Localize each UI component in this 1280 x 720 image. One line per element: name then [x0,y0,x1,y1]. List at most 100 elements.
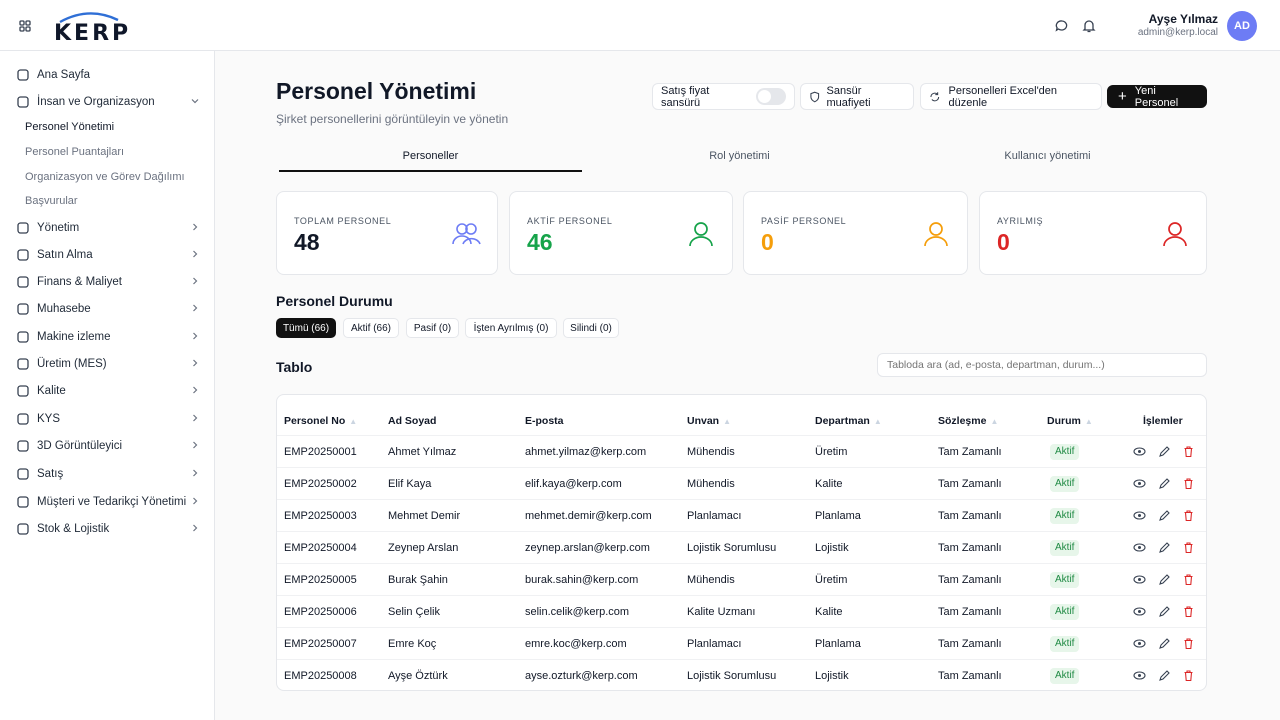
table-cell: Lojistik Sorumlusu [687,542,777,554]
sidebar-item-3[interactable]: Yönetim [16,218,200,238]
sort-icon[interactable]: ▲ [723,417,731,426]
table-row[interactable]: EMP20250001 Ahmet Yılmaz ahmet.yilmaz@kerp… [277,435,1206,467]
edit-pencil-icon[interactable] [1158,509,1171,522]
column-header[interactable]: Departman ▲ [815,415,882,427]
shield-icon [17,413,29,425]
table-row[interactable]: EMP20250007 Emre Koç emre.koc@kerp.com Plan… [277,627,1206,659]
table-row[interactable]: EMP20250003 Mehmet Demir mehmet.demir@kerp… [277,499,1206,531]
table-row[interactable]: EMP20250004 Zeynep Arslan zeynep.arslan@ke… [277,531,1206,563]
table-cell: Planlamacı [687,510,742,522]
edit-pencil-icon[interactable] [1158,541,1171,554]
delete-trash-icon[interactable] [1182,605,1195,618]
cart-icon [17,468,29,480]
chat-icon[interactable] [1053,17,1071,35]
sort-icon[interactable]: ▲ [874,417,882,426]
column-header[interactable]: Ad Soyad [388,415,436,427]
avatar[interactable]: AD [1227,11,1257,41]
column-header[interactable]: İşlemler [1143,415,1183,427]
table-row[interactable]: EMP20250008 Ayşe Öztürk ayse.ozturk@kerp.c… [277,659,1206,690]
status-filter-chip[interactable]: İşten Ayrılmış (0) [465,318,557,338]
censor-exempt-button[interactable]: Sansür muafiyeti [800,83,914,110]
sidebar-subitem-3[interactable]: Organizasyon ve Görev Dağılımı [25,171,185,183]
sidebar-item-label: Stok & Lojistik [37,523,110,535]
apps-grid-icon[interactable] [16,17,34,35]
toggle-switch[interactable] [755,88,786,105]
delete-trash-icon[interactable] [1182,573,1195,586]
notification-bell-icon[interactable] [1080,17,1098,35]
sidebar-item-13[interactable]: Müşteri ve Tedarikçi Yönetimi [16,492,200,512]
status-filter-chip[interactable]: Pasif (0) [406,318,459,338]
sidebar-subitem-2[interactable]: Personel Puantajları [25,146,124,158]
view-eye-icon[interactable] [1133,541,1146,554]
edit-pencil-icon[interactable] [1158,573,1171,586]
factory-icon [17,358,29,370]
tab-rol-yonetimi[interactable]: Rol yönetimi [588,150,891,162]
table-row[interactable]: EMP20250006 Selin Çelik selin.celik@kerp.c… [277,595,1206,627]
stat-card: TOPLAM PERSONEL 48 [276,191,498,275]
tab-kullanici-yonetimi[interactable]: Kullanıcı yönetimi [896,150,1199,162]
edit-pencil-icon[interactable] [1158,669,1171,682]
table-cell: ahmet.yilmaz@kerp.com [525,446,647,458]
sidebar-item-1[interactable]: Ana Sayfa [16,65,200,85]
delete-trash-icon[interactable] [1182,509,1195,522]
excel-edit-button[interactable]: Personelleri Excel'den düzenle [920,83,1102,110]
chevron-right-icon [193,277,198,285]
view-eye-icon[interactable] [1133,669,1146,682]
sidebar-item-label: Yönetim [37,222,80,234]
edit-pencil-icon[interactable] [1158,477,1171,490]
sidebar-item-7[interactable]: Makine izleme [16,327,200,347]
table-search-input[interactable] [877,353,1207,377]
stat-label: TOPLAM PERSONEL [294,216,392,226]
sort-icon[interactable]: ▲ [990,417,998,426]
sort-icon[interactable]: ▲ [1085,417,1093,426]
sidebar-item-2[interactable]: İnsan ve Organizasyon [16,92,200,112]
ledger-icon [17,303,29,315]
stat-card: AYRILMIŞ 0 [979,191,1207,275]
status-filter-chip[interactable]: Aktif (66) [343,318,399,338]
chevron-right-icon [193,223,198,231]
sidebar-item-8[interactable]: Üretim (MES) [16,354,200,374]
sidebar-item-12[interactable]: Satış [16,464,200,484]
column-header[interactable]: Personel No ▲ [284,415,357,427]
sidebar-subitem-4[interactable]: Başvurular [25,195,78,207]
tab-personeller[interactable]: Personeller [279,150,582,162]
table-row[interactable]: EMP20250002 Elif Kaya elif.kaya@kerp.com Mü… [277,467,1206,499]
edit-pencil-icon[interactable] [1158,605,1171,618]
delete-trash-icon[interactable] [1182,637,1195,650]
column-header[interactable]: Sözleşme ▲ [938,415,998,427]
delete-trash-icon[interactable] [1182,541,1195,554]
view-eye-icon[interactable] [1133,605,1146,618]
table-cell: EMP20250008 [284,670,357,682]
view-eye-icon[interactable] [1133,637,1146,650]
column-header[interactable]: Unvan ▲ [687,415,731,427]
status-filter-chip[interactable]: Silindi (0) [563,318,619,338]
cube-icon [17,440,29,452]
sidebar-item-11[interactable]: 3D Görüntüleyici [16,436,200,456]
sort-icon[interactable]: ▲ [349,417,357,426]
table-cell: Emre Koç [388,638,437,650]
column-header[interactable]: Durum ▲ [1047,415,1093,427]
view-eye-icon[interactable] [1133,445,1146,458]
sidebar-item-5[interactable]: Finans & Maliyet [16,272,200,292]
table-row[interactable]: EMP20250005 Burak Şahin burak.sahin@kerp.c… [277,563,1206,595]
table-cell: Tam Zamanlı [938,510,1002,522]
view-eye-icon[interactable] [1133,509,1146,522]
sidebar-item-6[interactable]: Muhasebe [16,299,200,319]
sidebar-item-9[interactable]: Kalite [16,381,200,401]
edit-pencil-icon[interactable] [1158,445,1171,458]
delete-trash-icon[interactable] [1182,477,1195,490]
sidebar-item-4[interactable]: Satın Alma [16,245,200,265]
sidebar-item-10[interactable]: KYS [16,409,200,429]
edit-pencil-icon[interactable] [1158,637,1171,650]
status-filter-chip[interactable]: Tümü (66) [276,318,336,338]
new-staff-button[interactable]: + Yeni Personel [1107,85,1207,109]
view-eye-icon[interactable] [1133,573,1146,586]
sidebar-item-14[interactable]: Stok & Lojistik [16,519,200,539]
price-censor-toggle[interactable]: Satış fiyat sansürü [652,83,795,110]
column-header[interactable]: E-posta [525,415,564,427]
delete-trash-icon[interactable] [1182,445,1195,458]
view-eye-icon[interactable] [1133,477,1146,490]
sidebar-subitem-1[interactable]: Personel Yönetimi [25,121,114,133]
delete-trash-icon[interactable] [1182,669,1195,682]
kerp-logo[interactable]: KERP [54,10,128,46]
